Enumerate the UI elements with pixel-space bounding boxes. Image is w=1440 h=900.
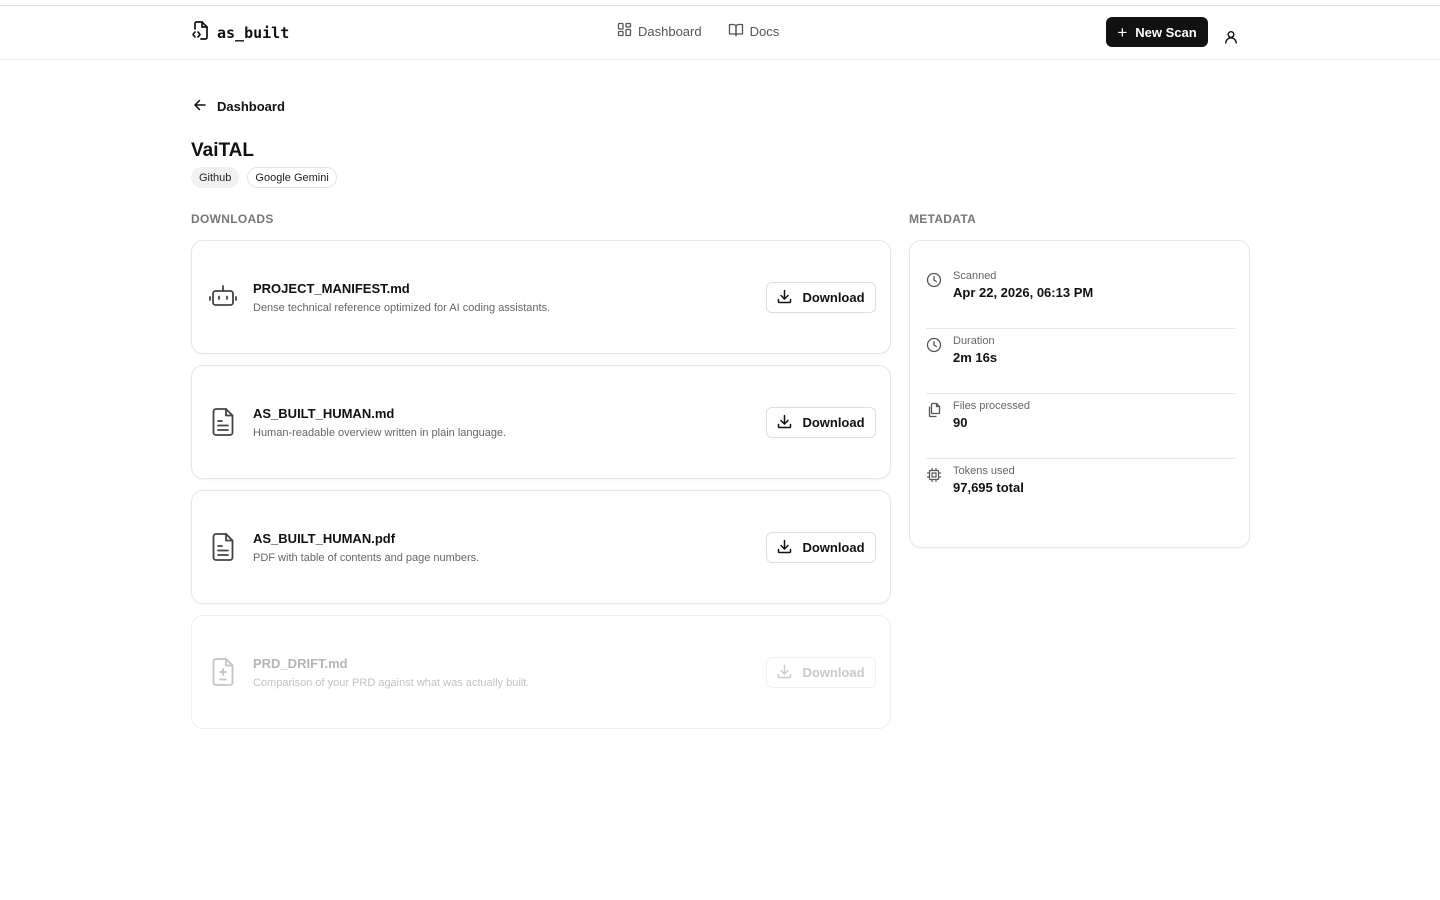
meta-label: Tokens used: [953, 465, 1015, 477]
download-card-as-built-human-md: AS_BUILT_HUMAN.md Human-readable overvie…: [191, 365, 891, 479]
download-label: Download: [802, 540, 865, 555]
meta-value: 2m 16s: [953, 350, 998, 365]
project-title: VaiTAL: [191, 140, 254, 161]
download-button[interactable]: Download: [766, 282, 876, 313]
meta-value: 90: [953, 415, 968, 430]
clock-icon: [926, 272, 942, 293]
file-text-icon: [208, 531, 238, 568]
file-description: Human-readable overview written in plain…: [253, 427, 507, 439]
file-description: Dense technical reference optimized for …: [253, 302, 551, 314]
nav-dashboard[interactable]: Dashboard: [617, 22, 702, 40]
meta-tokens-used: Tokens used 97,695 total: [926, 459, 1235, 524]
meta-duration: Duration 2m 16s: [926, 329, 1235, 394]
download-icon: [777, 664, 792, 682]
meta-value: Apr 22, 2026, 06:13 PM: [953, 285, 1094, 300]
file-name: AS_BUILT_HUMAN.md: [253, 406, 395, 421]
new-scan-label: New Scan: [1135, 24, 1197, 40]
download-button[interactable]: Download: [766, 532, 876, 563]
nav-docs-label: Docs: [749, 23, 780, 39]
top-header: as_built Dashboard Docs + New Scan: [0, 6, 1440, 60]
file-text-icon: [208, 406, 238, 443]
files-icon: [926, 402, 942, 423]
download-button-disabled: Download: [766, 657, 876, 688]
meta-scanned: Scanned Apr 22, 2026, 06:13 PM: [926, 264, 1235, 329]
downloads-heading: DOWNLOADS: [191, 212, 274, 226]
nav-docs[interactable]: Docs: [728, 22, 780, 40]
download-button[interactable]: Download: [766, 407, 876, 438]
file-diff-icon: [208, 656, 238, 693]
meta-label: Duration: [953, 335, 995, 347]
meta-label: Files processed: [953, 400, 1031, 412]
main-nav: Dashboard Docs: [617, 22, 779, 40]
file-code-logo-icon: [191, 20, 209, 45]
download-icon: [777, 539, 792, 557]
download-label: Download: [802, 290, 865, 305]
project-tags: Github Google Gemini: [191, 167, 337, 188]
file-description: Comparison of your PRD against what was …: [253, 677, 530, 689]
layout-grid-icon: [617, 22, 632, 40]
plus-icon: +: [1117, 22, 1128, 42]
download-label: Download: [802, 415, 865, 430]
book-open-icon: [728, 22, 744, 40]
app-name: as_built: [217, 23, 290, 42]
file-name: PROJECT_MANIFEST.md: [253, 281, 410, 296]
download-label: Download: [802, 665, 865, 680]
download-card-prd-drift: PRD_DRIFT.md Comparison of your PRD agai…: [191, 615, 891, 729]
metadata-heading: METADATA: [909, 212, 977, 226]
back-to-dashboard-link[interactable]: Dashboard: [193, 98, 285, 115]
cpu-icon: [926, 467, 942, 488]
download-icon: [777, 289, 792, 307]
clock-icon: [926, 337, 942, 358]
tag-github: Github: [191, 167, 240, 188]
download-card-project-manifest: PROJECT_MANIFEST.md Dense technical refe…: [191, 240, 891, 354]
file-name: AS_BUILT_HUMAN.pdf: [253, 531, 396, 546]
download-card-as-built-human-pdf: AS_BUILT_HUMAN.pdf PDF with table of con…: [191, 490, 891, 604]
brand[interactable]: as_built: [191, 20, 289, 45]
download-icon: [777, 414, 792, 432]
arrow-left-icon: [193, 98, 207, 115]
back-label: Dashboard: [217, 99, 285, 114]
meta-value: 97,695 total: [953, 480, 1024, 495]
file-description: PDF with table of contents and page numb…: [253, 552, 480, 564]
meta-label: Scanned: [953, 270, 997, 282]
new-scan-button[interactable]: + New Scan: [1106, 17, 1208, 47]
nav-dashboard-label: Dashboard: [638, 23, 702, 39]
user-icon[interactable]: [1224, 30, 1238, 49]
tag-google-gemini: Google Gemini: [247, 167, 337, 188]
bot-icon: [208, 281, 238, 318]
meta-files-processed: Files processed 90: [926, 394, 1235, 459]
metadata-card: Scanned Apr 22, 2026, 06:13 PM Duration …: [909, 240, 1250, 548]
file-name: PRD_DRIFT.md: [253, 656, 348, 671]
